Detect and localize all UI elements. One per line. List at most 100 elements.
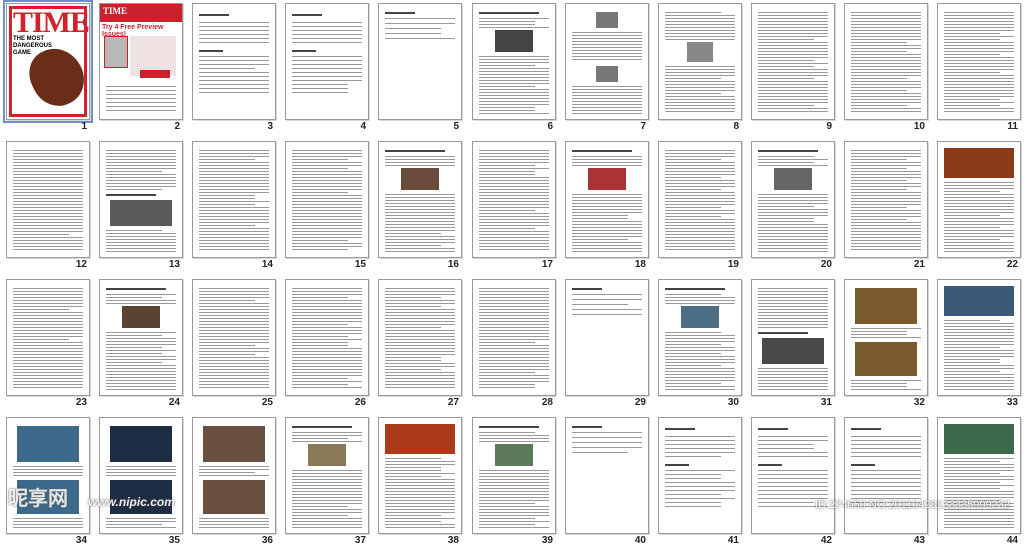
heading-line [665, 428, 695, 430]
page-thumbnail[interactable] [937, 417, 1021, 534]
text-line [665, 249, 735, 250]
page-thumbnail[interactable] [751, 417, 835, 534]
page-thumbnail[interactable] [658, 279, 742, 396]
text-line [944, 485, 1014, 486]
text-line [665, 380, 735, 381]
text-line [479, 180, 549, 181]
text-line [944, 93, 1014, 94]
text-line [479, 339, 549, 340]
text-line [106, 110, 176, 111]
page-thumbnail[interactable] [378, 417, 462, 534]
page-thumbnail[interactable] [844, 279, 928, 396]
text-line [199, 174, 269, 175]
page-thumbnail[interactable] [751, 3, 835, 120]
page-thumbnail[interactable] [751, 279, 835, 396]
text-line [106, 374, 176, 375]
text-line [106, 472, 176, 473]
text-line [479, 494, 549, 495]
text-line [385, 512, 455, 513]
text-line [106, 365, 176, 366]
page-thumbnail[interactable] [378, 141, 462, 258]
page-thumbnail[interactable]: TIME THE MOST DANGEROUS GAME [6, 3, 90, 120]
text-line [944, 236, 1014, 237]
page-thumbnail[interactable] [565, 417, 649, 534]
page-thumbnail[interactable] [192, 3, 276, 120]
text-line [758, 209, 828, 210]
text-line [385, 251, 455, 252]
page-thumbnail[interactable] [658, 141, 742, 258]
page-thumbnail[interactable] [658, 417, 742, 534]
text-line [665, 344, 721, 345]
page-thumbnail[interactable] [285, 417, 369, 534]
page-thumbnail[interactable] [844, 417, 928, 534]
text-line [851, 207, 907, 208]
text-line [199, 219, 269, 220]
text-line [944, 87, 1014, 88]
page-thumbnail[interactable] [378, 3, 462, 120]
page-thumbnail[interactable]: TIME Try 4 Free Preview Issues! [99, 3, 183, 120]
text-line [851, 168, 907, 169]
text-line [944, 78, 1014, 79]
text-line [292, 309, 362, 310]
page-thumbnail[interactable] [6, 417, 90, 534]
text-line [199, 150, 269, 151]
page-thumbnail[interactable] [565, 279, 649, 396]
text-line [199, 288, 269, 289]
page-thumbnail[interactable] [99, 279, 183, 396]
text-line [106, 251, 176, 252]
text-line [758, 221, 814, 222]
text-line [758, 309, 828, 310]
page-thumbnail[interactable] [937, 279, 1021, 396]
page-thumbnail[interactable] [472, 3, 556, 120]
text-line [13, 177, 83, 178]
text-line [385, 351, 455, 352]
page-thumbnail[interactable] [378, 279, 462, 396]
text-line [292, 150, 362, 151]
text-line [572, 95, 642, 96]
text-line [665, 237, 735, 238]
page-thumbnail[interactable] [844, 141, 928, 258]
text-line [106, 242, 176, 243]
page-thumbnail[interactable] [472, 417, 556, 534]
text-line [944, 15, 1014, 16]
page-thumbnail[interactable] [99, 417, 183, 534]
page-thumbnail[interactable] [192, 279, 276, 396]
page-thumbnail[interactable] [751, 141, 835, 258]
page-thumbnail[interactable] [6, 141, 90, 258]
text-line [851, 111, 921, 112]
page-thumbnail[interactable] [658, 3, 742, 120]
text-line [479, 95, 549, 96]
text-line [665, 444, 735, 445]
text-line [199, 92, 269, 93]
text-line [199, 375, 269, 376]
text-line [106, 383, 176, 384]
text-line [944, 51, 1014, 52]
page-number: 29 [635, 397, 646, 408]
text-line [665, 177, 721, 178]
text-line [851, 150, 921, 151]
page-thumbnail[interactable] [99, 141, 183, 258]
text-line [851, 21, 921, 22]
page-thumbnail[interactable] [285, 3, 369, 120]
page-thumbnail-cell: 35 [93, 414, 186, 549]
page-thumbnail-grid: TIME THE MOST DANGEROUS GAME 1 TIME Try 4 Fr… [0, 0, 1024, 515]
page-thumbnail[interactable] [472, 141, 556, 258]
page-thumbnail[interactable] [6, 279, 90, 396]
page-thumbnail[interactable] [844, 3, 928, 120]
page-thumbnail[interactable] [192, 141, 276, 258]
page-thumbnail[interactable] [472, 279, 556, 396]
page-thumbnail[interactable] [937, 141, 1021, 258]
page-thumbnail[interactable] [285, 279, 369, 396]
page-thumbnail[interactable] [192, 417, 276, 534]
page-thumbnail[interactable] [565, 3, 649, 120]
text-line [292, 438, 348, 439]
page-thumbnail[interactable] [285, 141, 369, 258]
page-photo [385, 424, 455, 454]
text-line [13, 192, 83, 193]
text-line [944, 90, 1014, 91]
page-thumbnail[interactable] [937, 3, 1021, 120]
page-thumbnail[interactable] [565, 141, 649, 258]
text-line [199, 518, 269, 519]
text-line [292, 381, 362, 382]
heading-line [758, 150, 818, 152]
